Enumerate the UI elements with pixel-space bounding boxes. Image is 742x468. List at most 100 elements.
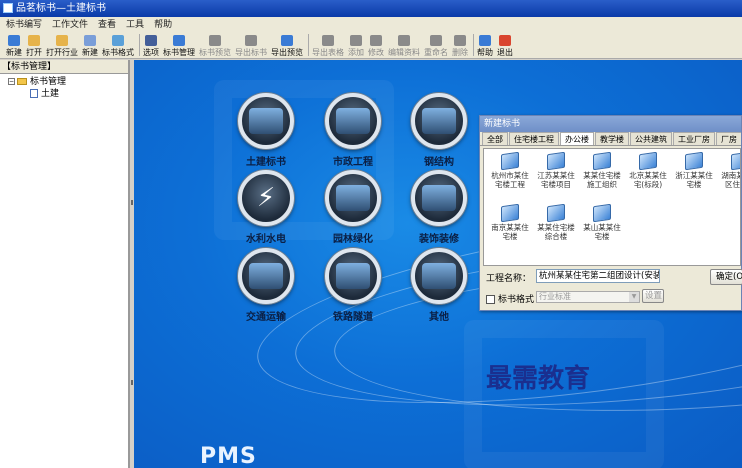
toolbar-icon	[430, 35, 442, 46]
template-file-icon	[685, 151, 703, 171]
tree-item-label: 标书管理	[30, 77, 67, 87]
template-file[interactable]: 某某住宅楼施工组织	[580, 151, 624, 189]
toolbar-button-17[interactable]: 退出	[497, 35, 513, 58]
category-picture	[422, 185, 456, 211]
category-picture	[336, 185, 370, 211]
toolbar-icon	[398, 35, 410, 46]
dialog-tab-2[interactable]: 办公楼	[560, 132, 594, 145]
standard-settings-button[interactable]: 设置	[642, 289, 664, 303]
toolbar-label: 修改	[368, 48, 384, 57]
project-name-input[interactable]: 杭州某某住宅第二组团设计(安装)	[536, 269, 660, 283]
template-file[interactable]: 江苏某某住宅楼项目	[534, 151, 578, 189]
toolbar-button-6[interactable]: 标书管理	[163, 35, 195, 58]
standard-checkbox-row[interactable]: 标书格式	[486, 292, 534, 305]
standard-checkbox-label: 标书格式	[498, 295, 535, 305]
dialog-tab-5[interactable]: 工业厂房	[673, 132, 715, 145]
toolbar-label: 打开行业	[46, 48, 78, 57]
toolbar-button-7[interactable]: 标书预览	[199, 35, 231, 58]
toolbar-button-10[interactable]: 导出表格	[312, 35, 344, 58]
template-file[interactable]: 某某住宅楼综合楼	[534, 203, 578, 241]
toolbar-label: 添加	[348, 48, 364, 57]
dialog-tab-0[interactable]: 全部	[482, 132, 508, 145]
collapse-icon[interactable]: −	[8, 78, 15, 85]
toolbar-button-3[interactable]: 新建	[82, 35, 98, 58]
toolbar-button-5[interactable]: 选项	[143, 35, 159, 58]
toolbar-icon	[112, 35, 124, 46]
category-label: 土建标书	[246, 157, 286, 168]
project-name-label: 工程名称：	[486, 274, 532, 284]
template-file-icon	[547, 151, 565, 171]
title-bar: 品茗标书—土建标书	[0, 0, 742, 17]
category-4[interactable]: 园林绿化	[318, 170, 388, 245]
ok-button[interactable]: 确定(O)	[710, 269, 742, 285]
toolbar-button-16[interactable]: 帮助	[477, 35, 493, 58]
toolbar-button-11[interactable]: 添加	[348, 35, 364, 58]
toolbar-icon	[281, 35, 293, 46]
template-file-label: 某山某某住宅楼	[583, 223, 621, 241]
toolbar-button-1[interactable]: 打开	[26, 35, 42, 58]
category-7[interactable]: 铁路隧道	[318, 248, 388, 323]
dialog-tab-1[interactable]: 住宅楼工程	[509, 132, 559, 145]
road-icon	[238, 248, 294, 304]
category-3[interactable]: ⚡ 水利水电	[231, 170, 301, 245]
toolbar-button-15[interactable]: 删除	[452, 35, 468, 58]
template-file[interactable]: 湖南某某小区住宅楼	[718, 151, 740, 189]
toolbar-button-9[interactable]: 导出预览	[271, 35, 303, 58]
toolbar-label: 打开	[26, 48, 42, 57]
standard-checkbox[interactable]	[486, 295, 495, 304]
dialog-tab-6[interactable]: 厂房	[716, 132, 741, 145]
toolbar: 新建 打开 打开行业 新建 标书格式 选项 标书管理 标书预览 导出标书 导出预览 导出表格 添加 修改…	[0, 33, 742, 59]
template-file-icon	[593, 151, 611, 171]
category-5[interactable]: 装饰装修	[404, 170, 474, 245]
toolbar-button-2[interactable]: 打开行业	[46, 35, 78, 58]
toolbar-icon	[499, 35, 511, 46]
menu-item-1[interactable]: 工作文件	[52, 20, 88, 30]
dialog-tab-3[interactable]: 教学楼	[595, 132, 629, 145]
category-label: 市政工程	[333, 157, 373, 168]
toolbar-icon	[350, 35, 362, 46]
template-file[interactable]: 某山某某住宅楼	[580, 203, 624, 241]
interior-icon	[411, 170, 467, 226]
toolbar-button-12[interactable]: 修改	[368, 35, 384, 58]
toolbar-icon	[84, 35, 96, 46]
category-label: 交通运输	[246, 312, 286, 323]
folder-icon	[17, 78, 27, 85]
toolbar-label: 删除	[452, 48, 468, 57]
new-bid-dialog: 新建标书 全部住宅楼工程办公楼教学楼公共建筑工业厂房厂房其他 杭州市某住宅楼工程…	[479, 115, 742, 311]
toolbar-button-0[interactable]: 新建	[6, 35, 22, 58]
template-file[interactable]: 北京某某住宅(标段)	[626, 151, 670, 189]
template-file-icon	[731, 151, 740, 171]
toolbar-button-8[interactable]: 导出标书	[235, 35, 267, 58]
menu-item-4[interactable]: 帮助	[154, 20, 172, 30]
template-file-label: 北京某某住宅(标段)	[629, 171, 667, 189]
category-2[interactable]: 钢结构	[404, 93, 474, 168]
menu-item-0[interactable]: 标书编写	[6, 20, 42, 30]
template-file[interactable]: 杭州市某住宅楼工程	[488, 151, 532, 189]
toolbar-icon	[56, 35, 68, 46]
dialog-tab-4[interactable]: 公共建筑	[630, 132, 672, 145]
tree-item-tujian[interactable]: 土建	[0, 88, 128, 100]
standard-select[interactable]: 行业标准 ▼	[536, 291, 640, 303]
template-file-label: 浙江某某住宅楼	[675, 171, 713, 189]
menu-item-3[interactable]: 工具	[126, 20, 144, 30]
toolbar-button-14[interactable]: 重命名	[424, 35, 448, 58]
template-file-icon	[593, 203, 611, 223]
category-1[interactable]: 市政工程	[318, 93, 388, 168]
dialog-tabs: 全部住宅楼工程办公楼教学楼公共建筑工业厂房厂房其他	[480, 132, 741, 146]
category-8[interactable]: 其他	[404, 248, 474, 323]
toolbar-button-4[interactable]: 标书格式	[102, 35, 134, 58]
category-6[interactable]: 交通运输	[231, 248, 301, 323]
toolbar-label: 标书预览	[199, 48, 231, 57]
template-file[interactable]: 浙江某某住宅楼	[672, 151, 716, 189]
toolbar-button-13[interactable]: 编辑资料	[388, 35, 420, 58]
document-icon	[30, 89, 38, 98]
sidebar-title: 【标书管理】	[0, 60, 128, 74]
toolbar-separator	[308, 34, 309, 56]
window-title: 品茗标书—土建标书	[16, 3, 106, 14]
tree-item-root[interactable]: − 标书管理	[0, 76, 128, 88]
menu-item-2[interactable]: 查看	[98, 20, 116, 30]
toolbar-icon	[28, 35, 40, 46]
category-0[interactable]: 土建标书	[231, 93, 301, 168]
template-file[interactable]: 南京某某住宅楼	[488, 203, 532, 241]
standard-select-value: 行业标准	[539, 292, 571, 301]
